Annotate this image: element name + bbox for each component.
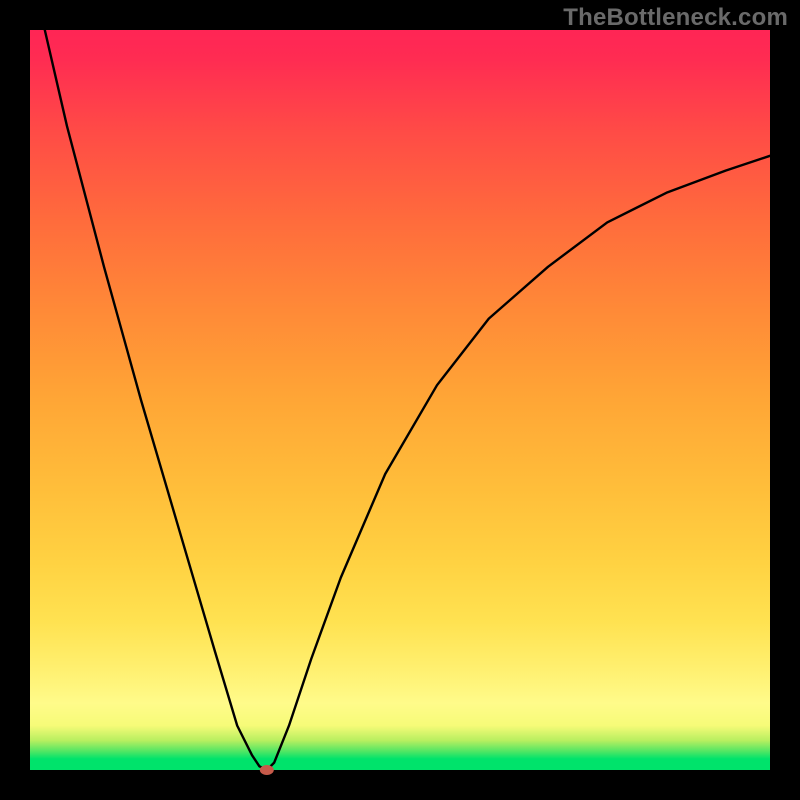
plot-area [30,30,770,770]
curve-path [45,30,770,770]
minimum-marker [260,765,274,775]
bottleneck-curve [30,30,770,770]
watermark-text: TheBottleneck.com [563,4,788,32]
chart-frame: TheBottleneck.com [0,0,800,800]
